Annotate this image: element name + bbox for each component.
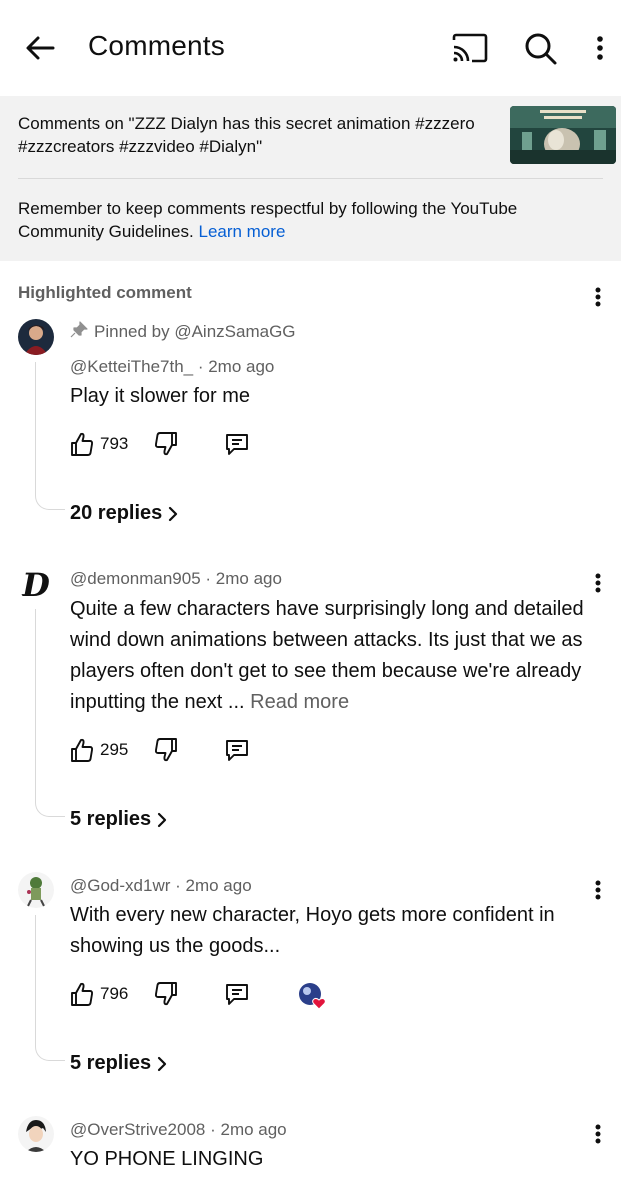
comment-time: 2mo ago bbox=[220, 1120, 287, 1139]
comment-time: 2mo ago bbox=[185, 876, 252, 895]
comment-actions: 295 bbox=[70, 736, 370, 766]
back-arrow-icon[interactable] bbox=[20, 28, 60, 68]
replies-count: 5 replies bbox=[70, 1052, 152, 1074]
replies-count: 5 replies bbox=[70, 808, 152, 830]
like-count: 295 bbox=[100, 740, 129, 759]
comment-text: Play it slower for me bbox=[70, 385, 251, 407]
thread-line bbox=[35, 362, 65, 510]
reply-icon[interactable] bbox=[224, 430, 250, 458]
like-icon[interactable] bbox=[70, 430, 94, 458]
reply-icon[interactable] bbox=[224, 736, 250, 764]
like-count: 793 bbox=[100, 434, 129, 453]
cast-icon[interactable] bbox=[448, 28, 490, 68]
view-replies-button[interactable]: 5 replies bbox=[70, 808, 169, 831]
comment-author[interactable]: @demonman905 bbox=[70, 569, 201, 588]
comment-text: With every new character, Hoyo gets more… bbox=[70, 904, 555, 957]
divider bbox=[18, 178, 603, 179]
video-title-text: Comments on "ZZZ Dialyn has this secret … bbox=[18, 114, 475, 156]
creator-heart-icon bbox=[299, 983, 326, 1010]
pinned-indicator: Pinned by @AinzSamaGG bbox=[70, 321, 296, 342]
pin-icon bbox=[70, 321, 88, 338]
comment-author[interactable]: @God-xd1wr bbox=[70, 876, 170, 895]
comment-author[interactable]: @KetteiThe7th_ bbox=[70, 357, 193, 376]
dislike-icon[interactable] bbox=[154, 430, 178, 458]
chevron-right-icon bbox=[169, 506, 178, 521]
avatar[interactable] bbox=[18, 319, 54, 355]
comment-meta: @KetteiThe7th_ · 2mo ago bbox=[70, 357, 275, 376]
avatar[interactable] bbox=[18, 872, 54, 908]
read-more-link[interactable]: Read more bbox=[250, 691, 349, 713]
page-title: Comments bbox=[88, 30, 225, 61]
comment-text: Quite a few characters have surprisingly… bbox=[70, 594, 600, 718]
avatar[interactable]: D bbox=[18, 566, 54, 602]
video-thumbnail[interactable] bbox=[510, 106, 616, 164]
chevron-right-icon bbox=[158, 812, 167, 827]
dislike-icon[interactable] bbox=[154, 980, 178, 1008]
thread-line bbox=[35, 609, 65, 817]
comment-meta: @OverStrive2008 · 2mo ago bbox=[70, 1120, 287, 1139]
comment-time: 2mo ago bbox=[215, 569, 282, 588]
comment-meta: @God-xd1wr · 2mo ago bbox=[70, 876, 252, 895]
reply-icon[interactable] bbox=[224, 980, 250, 1008]
comment-actions: 796 bbox=[70, 980, 370, 1010]
chevron-right-icon bbox=[158, 1056, 167, 1071]
search-icon[interactable] bbox=[520, 28, 560, 68]
comment-author[interactable]: @OverStrive2008 bbox=[70, 1120, 205, 1139]
view-replies-button[interactable]: 20 replies bbox=[70, 502, 180, 525]
learn-more-link[interactable]: Learn more bbox=[198, 222, 285, 241]
community-guidelines-notice: Remember to keep comments respectful by … bbox=[18, 197, 598, 243]
avatar[interactable] bbox=[18, 1116, 54, 1152]
top-app-bar: Comments bbox=[0, 0, 621, 96]
comment-actions: 793 bbox=[70, 430, 370, 460]
like-count: 796 bbox=[100, 984, 129, 1003]
dislike-icon[interactable] bbox=[154, 736, 178, 764]
comment-text: YO PHONE LINGING bbox=[70, 1148, 264, 1170]
video-context-panel: Comments on "ZZZ Dialyn has this secret … bbox=[0, 96, 621, 261]
thread-line bbox=[35, 915, 65, 1061]
svg-text:D: D bbox=[21, 566, 50, 602]
comment-meta: @demonman905 · 2mo ago bbox=[70, 569, 282, 588]
comment-time: 2mo ago bbox=[208, 357, 275, 376]
pinned-by-text: Pinned by @AinzSamaGG bbox=[94, 322, 296, 341]
like-icon[interactable] bbox=[70, 736, 94, 764]
like-icon[interactable] bbox=[70, 980, 94, 1008]
more-vert-icon[interactable] bbox=[588, 30, 612, 66]
view-replies-button[interactable]: 5 replies bbox=[70, 1052, 169, 1075]
replies-count: 20 replies bbox=[70, 502, 163, 524]
highlighted-comment-label: Highlighted comment bbox=[18, 283, 192, 302]
more-vert-icon[interactable] bbox=[589, 284, 607, 312]
